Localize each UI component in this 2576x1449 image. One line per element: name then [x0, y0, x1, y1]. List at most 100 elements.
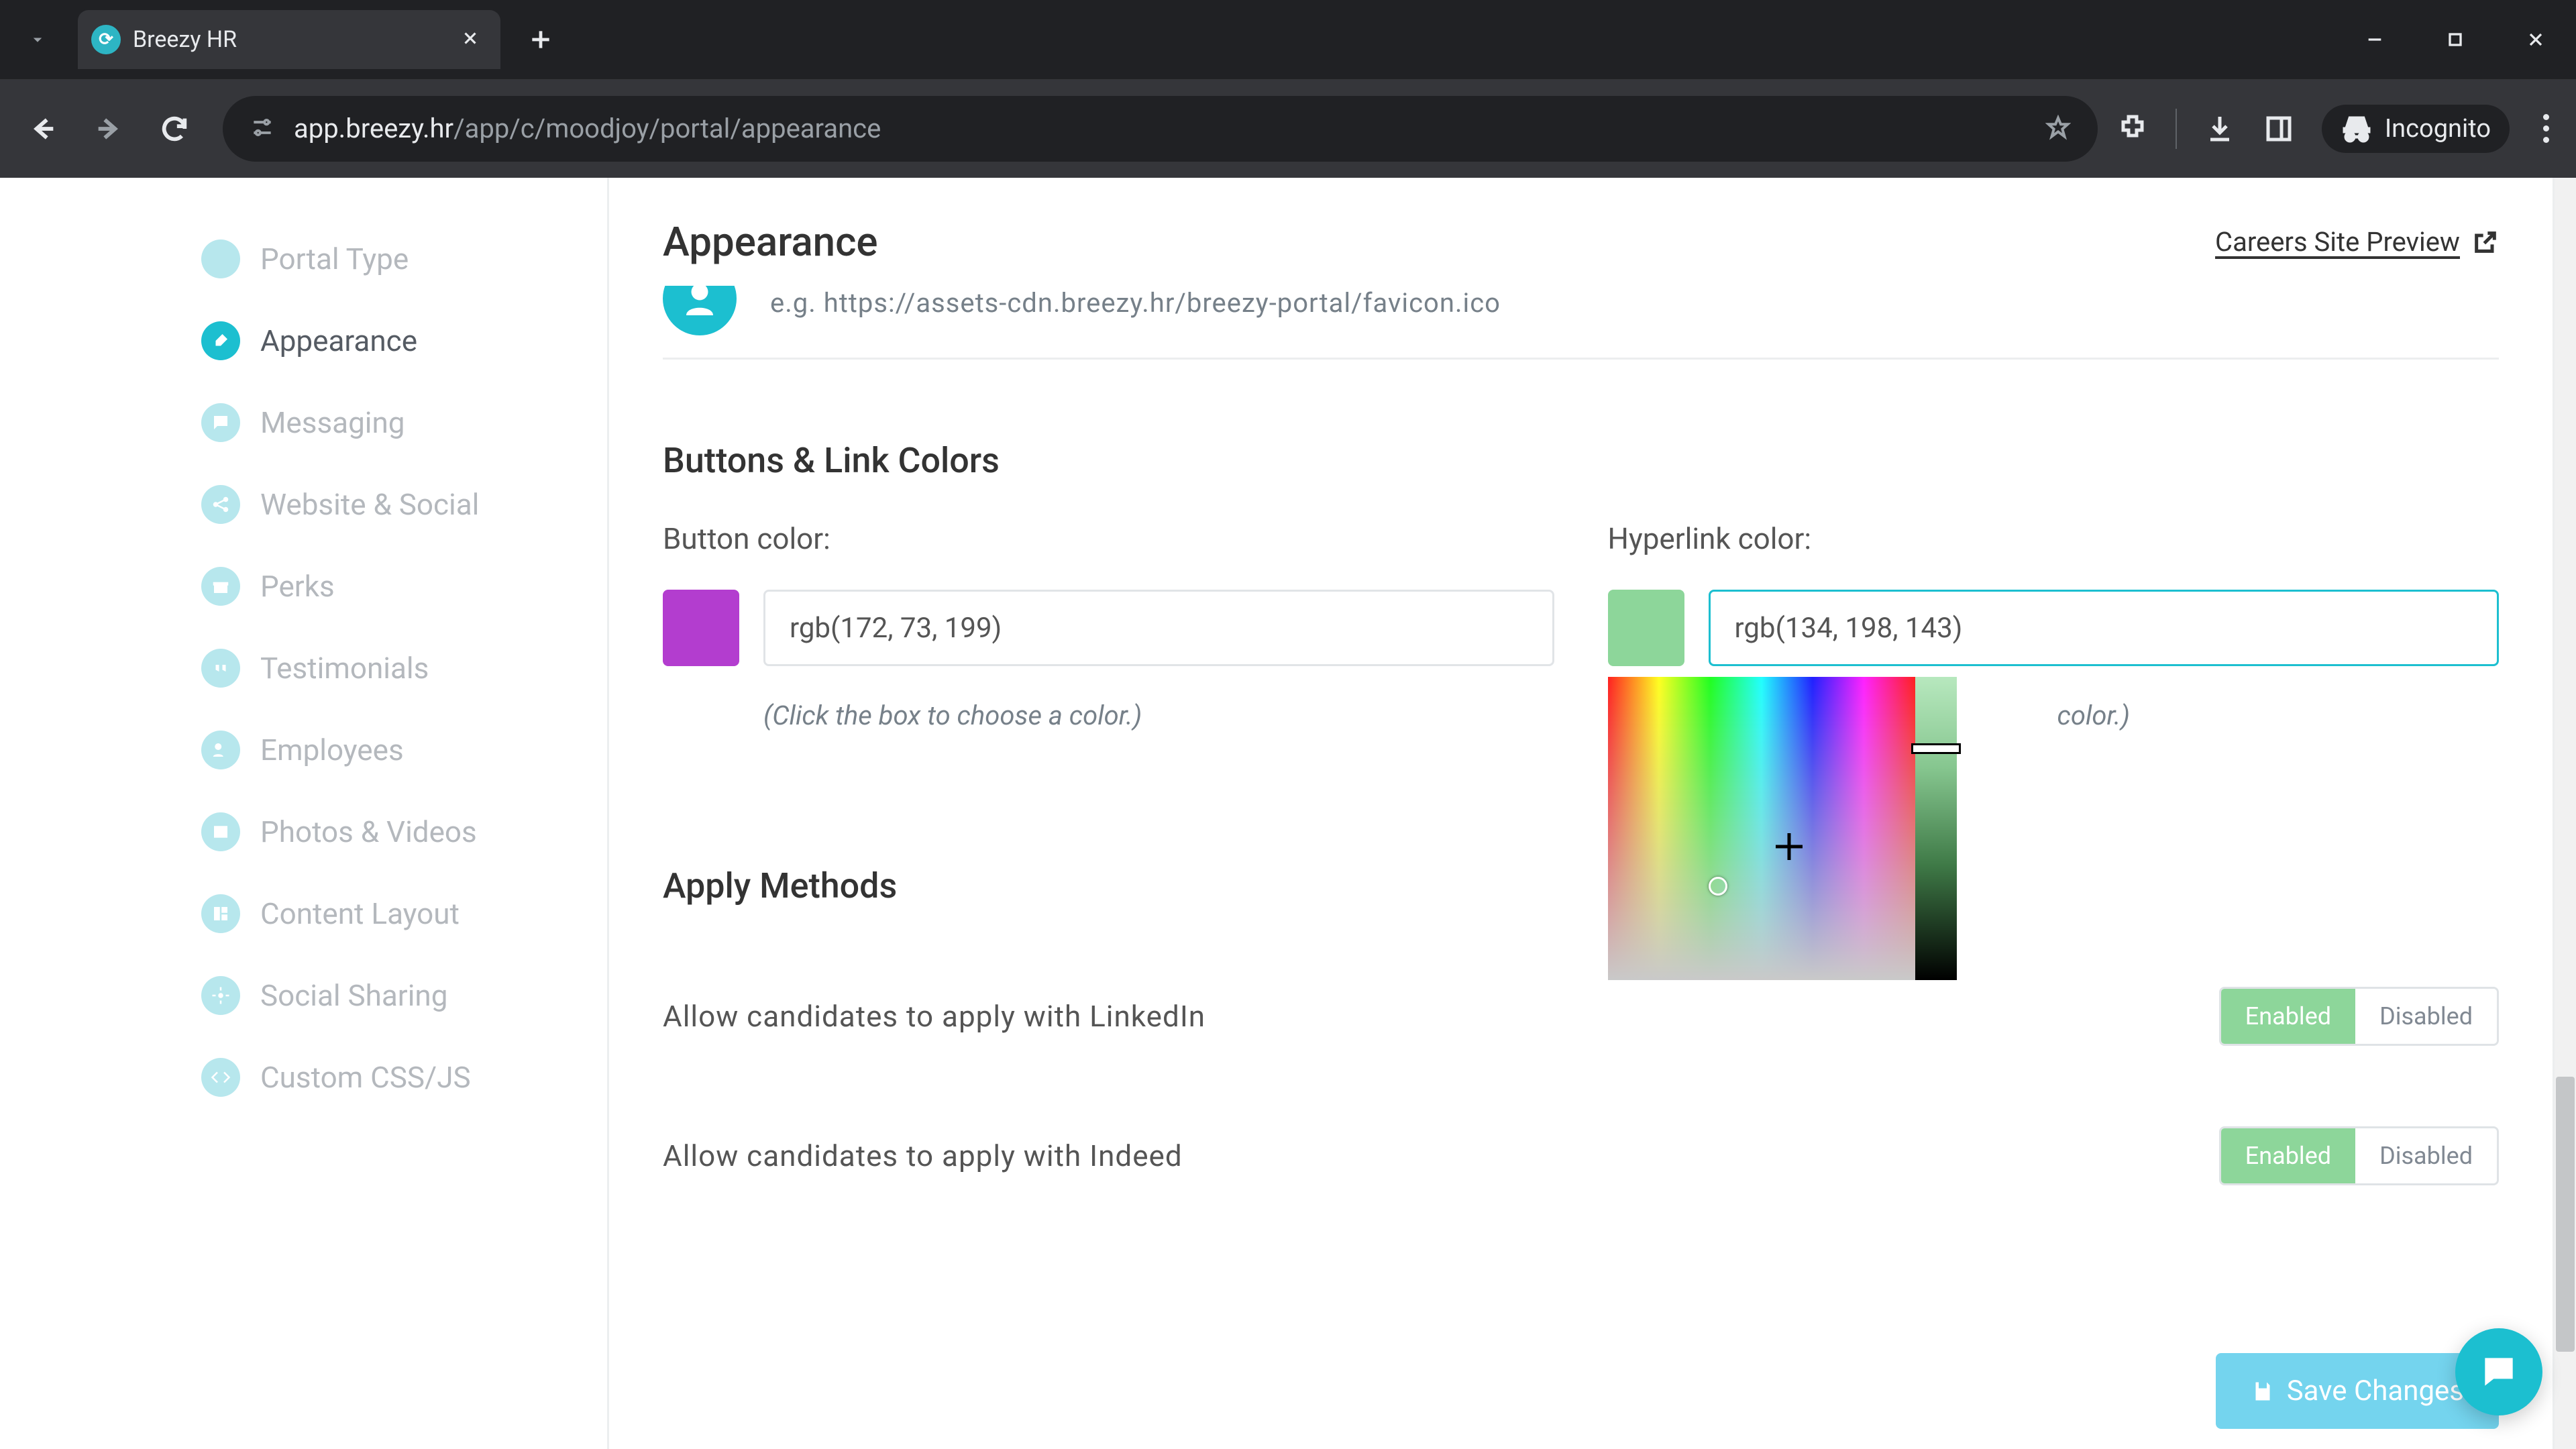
sidebar-item-testimonials[interactable]: Testimonials	[201, 627, 607, 709]
extension-icon	[2116, 113, 2149, 145]
page-body: Portal Type Appearance Messaging Website…	[0, 178, 2576, 1449]
toolbar-right: Incognito	[2116, 105, 2563, 153]
browser-tab[interactable]: ⟳ Breezy HR	[78, 10, 500, 69]
sidebar-item-label: Photos & Videos	[260, 814, 477, 849]
sidebar-item-label: Testimonials	[260, 651, 429, 686]
incognito-badge[interactable]: Incognito	[2322, 105, 2510, 153]
settings-sidebar: Portal Type Appearance Messaging Website…	[0, 178, 607, 1449]
button-color-swatch[interactable]	[663, 590, 739, 666]
sidebar-item-photos-videos[interactable]: Photos & Videos	[201, 791, 607, 873]
color-picker-field[interactable]	[1608, 677, 1915, 980]
sidebar-item-label: Website & Social	[260, 487, 479, 522]
apply-methods-section: Apply Methods Allow candidates to apply …	[663, 865, 2499, 1226]
new-tab-button[interactable]	[521, 19, 561, 60]
main-content: Appearance Careers Site Preview e.g. htt…	[607, 178, 2555, 1449]
back-button[interactable]	[13, 99, 72, 158]
apply-label: Allow candidates to apply with Indeed	[663, 1138, 1183, 1173]
sidepanel-button[interactable]	[2263, 113, 2295, 145]
colors-section: Buttons & Link Colors Button color: rgb(…	[663, 440, 2499, 731]
field-hint: color.)	[2057, 700, 2500, 731]
chat-icon	[201, 403, 240, 442]
sidebar-item-label: Social Sharing	[260, 978, 447, 1013]
sidebar-item-messaging[interactable]: Messaging	[201, 382, 607, 464]
arrow-right-icon	[93, 113, 124, 144]
save-icon	[2251, 1379, 2275, 1403]
apply-linkedin-row: Allow candidates to apply with LinkedIn …	[663, 947, 2499, 1086]
sidebar-item-label: Messaging	[260, 405, 405, 440]
sidebar-item-content-layout[interactable]: Content Layout	[201, 873, 607, 955]
intercom-chat-button[interactable]	[2455, 1328, 2542, 1415]
address-bar[interactable]: app.breezy.hr/app/c/moodjoy/portal/appea…	[223, 96, 2098, 162]
sidebar-item-social-sharing[interactable]: Social Sharing	[201, 955, 607, 1036]
window-controls	[2334, 0, 2576, 79]
sidebar-item-employees[interactable]: Employees	[201, 709, 607, 791]
maximize-button[interactable]	[2415, 0, 2496, 79]
minimize-icon	[2364, 29, 2385, 50]
picker-selection-icon	[1709, 877, 1727, 896]
close-icon	[460, 28, 480, 48]
toggle-disabled-button[interactable]: Disabled	[2355, 1128, 2497, 1183]
tab-title: Breezy HR	[133, 26, 448, 53]
brush-icon	[201, 321, 240, 360]
type-icon	[201, 239, 240, 278]
toggle-enabled-button[interactable]: Enabled	[2221, 1128, 2355, 1183]
save-button-label: Save Changes	[2287, 1375, 2464, 1407]
reload-button[interactable]	[145, 99, 204, 158]
hyperlink-color-swatch[interactable]	[1608, 590, 1684, 666]
toggle-enabled-button[interactable]: Enabled	[2221, 989, 2355, 1044]
close-tab-button[interactable]	[460, 28, 480, 51]
panel-icon	[2263, 113, 2295, 145]
chevron-down-icon	[28, 30, 48, 50]
sidebar-item-appearance[interactable]: Appearance	[201, 300, 607, 382]
arrow-left-icon	[28, 113, 58, 144]
toggle-disabled-button[interactable]: Disabled	[2355, 989, 2497, 1044]
close-window-button[interactable]	[2496, 0, 2576, 79]
picker-cursor-icon	[1776, 833, 1803, 860]
color-picker-value-slider[interactable]	[1915, 677, 1957, 980]
close-icon	[2525, 29, 2546, 50]
plus-icon	[528, 27, 553, 52]
sidebar-item-label: Employees	[260, 733, 404, 767]
site-info-button[interactable]	[250, 115, 275, 143]
extensions-button[interactable]	[2116, 113, 2149, 145]
field-label: Hyperlink color:	[1608, 521, 2500, 556]
sidebar-item-perks[interactable]: Perks	[201, 545, 607, 627]
slider-handle[interactable]	[1911, 743, 1961, 754]
sidebar-item-website-social[interactable]: Website & Social	[201, 464, 607, 545]
bookmark-button[interactable]	[2045, 115, 2071, 143]
sidebar-item-label: Custom CSS/JS	[260, 1060, 471, 1095]
share-icon	[201, 485, 240, 524]
apply-label: Allow candidates to apply with LinkedIn	[663, 999, 1205, 1034]
favicon-url-input[interactable]: e.g. https://assets-cdn.breezy.hr/breezy…	[770, 287, 2499, 319]
careers-preview-link[interactable]: Careers Site Preview	[2215, 226, 2499, 258]
spread-icon	[201, 976, 240, 1015]
tab-favicon-icon: ⟳	[91, 25, 121, 54]
sidebar-item-portal-type[interactable]: Portal Type	[201, 218, 607, 300]
downloads-button[interactable]	[2204, 113, 2236, 145]
layout-icon	[201, 894, 240, 933]
page-title: Appearance	[663, 218, 878, 266]
favicon-icon	[663, 286, 737, 335]
field-label: Button color:	[663, 521, 1554, 556]
scrollbar[interactable]	[2555, 178, 2576, 1449]
forward-button[interactable]	[79, 99, 138, 158]
incognito-icon	[2341, 113, 2373, 145]
favicon-field-row: e.g. https://assets-cdn.breezy.hr/breezy…	[663, 286, 2499, 360]
maximize-icon	[2445, 29, 2466, 50]
sidebar-item-custom-css[interactable]: Custom CSS/JS	[201, 1036, 607, 1118]
minimize-button[interactable]	[2334, 0, 2415, 79]
people-icon	[201, 731, 240, 769]
sidebar-item-label: Content Layout	[260, 896, 460, 931]
tab-search-dropdown[interactable]	[11, 13, 64, 66]
hyperlink-color-input[interactable]: rgb(134, 198, 143)	[1709, 590, 2500, 666]
section-title: Buttons & Link Colors	[663, 440, 2499, 481]
browser-menu-button[interactable]	[2536, 114, 2549, 143]
star-icon	[2045, 115, 2071, 140]
url-text: app.breezy.hr/app/c/moodjoy/portal/appea…	[294, 113, 2027, 144]
scrollbar-thumb[interactable]	[2556, 1077, 2575, 1352]
button-color-input[interactable]: rgb(172, 73, 199)	[763, 590, 1554, 666]
quote-icon	[201, 649, 240, 688]
section-title: Apply Methods	[663, 865, 2499, 906]
titlebar: ⟳ Breezy HR	[0, 0, 2576, 79]
sidebar-item-label: Appearance	[260, 323, 417, 358]
